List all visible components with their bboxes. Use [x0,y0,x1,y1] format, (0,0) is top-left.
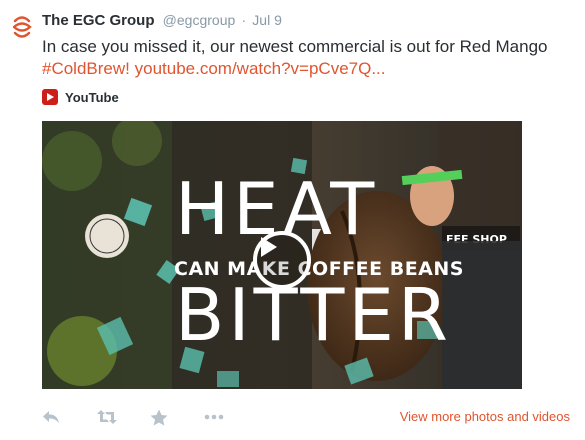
author-handle[interactable]: @egcgroup [163,12,236,28]
view-more-link[interactable]: View more photos and videos [400,409,570,424]
play-icon [261,237,277,257]
tweet-text-line: In case you missed it, our newest commer… [42,37,548,56]
youtube-link[interactable]: youtube.com/watch?v=pCve7Q... [135,59,386,78]
youtube-icon [42,89,58,105]
more-icon [204,414,224,420]
hashtag-link[interactable]: #ColdBrew! [42,59,130,78]
tweet-header: The EGC Group @egcgroup · Jul 9 [42,12,282,29]
retweet-icon [97,410,117,424]
egc-logo-icon[interactable] [11,13,33,41]
play-button[interactable] [253,231,311,289]
author-name[interactable]: The EGC Group [42,12,155,29]
reply-button[interactable] [42,406,96,428]
more-button[interactable] [204,406,258,428]
tweet-date[interactable]: Jul 9 [252,12,282,28]
tweet-card: The EGC Group @egcgroup · Jul 9 In case … [0,0,585,440]
star-icon [150,409,168,425]
reply-icon [43,411,59,423]
tweet-text: In case you missed it, our newest commer… [42,36,572,80]
retweet-button[interactable] [96,406,150,428]
favorite-button[interactable] [150,406,204,428]
video-player[interactable]: FEE SHOP HEAT CAN MAKE COFFEE BEANS BITT… [42,121,522,389]
media-source[interactable]: YouTube [42,89,119,105]
video-headline-bottom: BITTER [175,273,452,357]
separator: · [241,12,247,28]
tweet-actions [42,406,258,428]
source-label: YouTube [65,89,119,105]
